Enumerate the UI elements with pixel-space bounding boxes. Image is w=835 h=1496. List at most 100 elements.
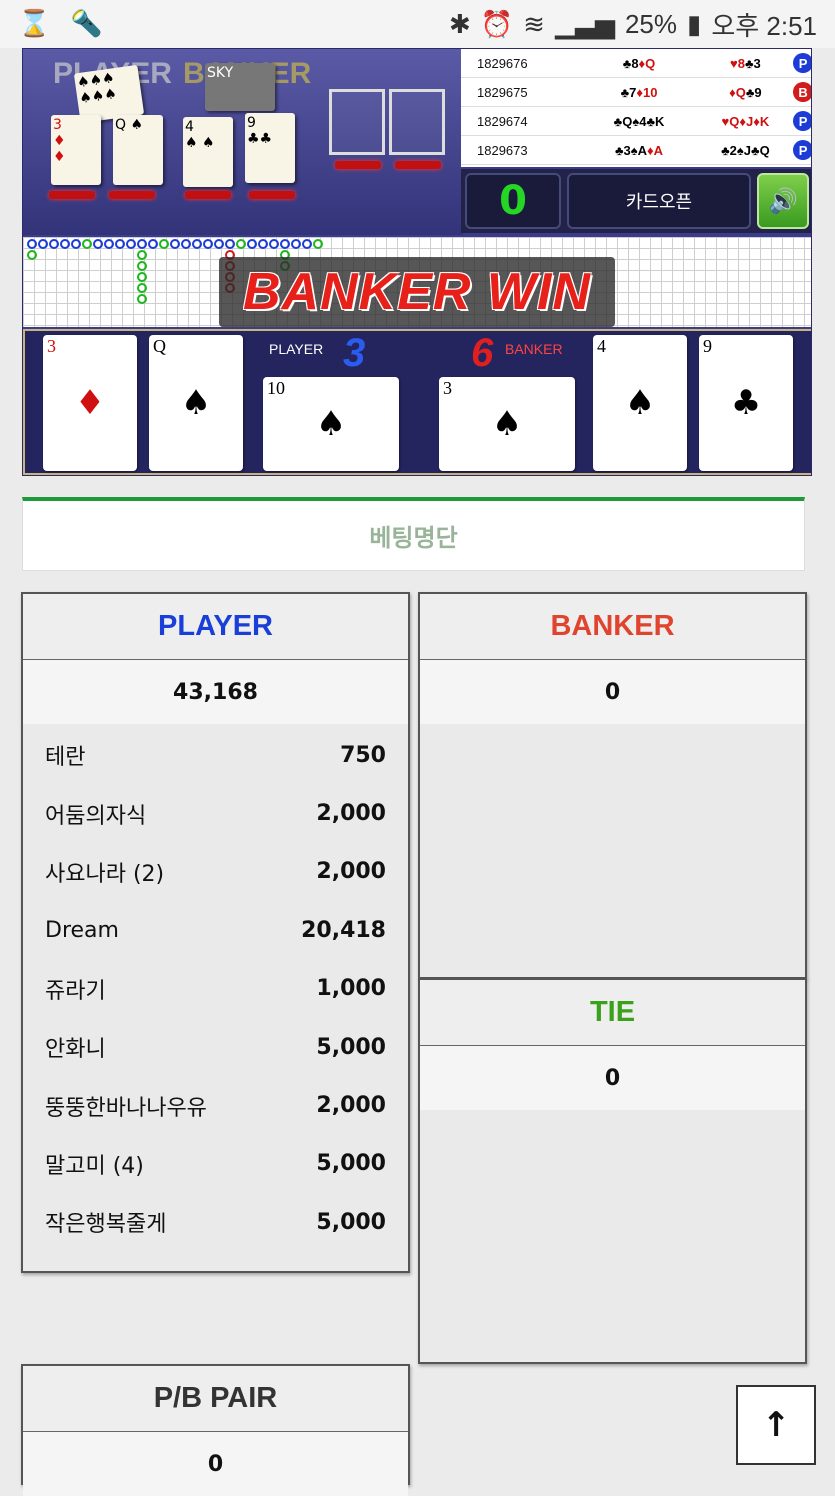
result-cards: 3 ♦ Q ♠ 10 ♠ PLAYER 3 3 ♠ 6 BANKER 4 ♠ 9… [23, 329, 811, 475]
scroll-top-button[interactable]: ↑ [736, 1385, 816, 1465]
bead-road-dot [115, 239, 125, 249]
list-item: 어둠의자식 2,000 [45, 801, 386, 829]
stage-card: Q ♠ [113, 115, 163, 185]
banker-slot-light [185, 191, 231, 199]
bead-road-dot [137, 283, 147, 293]
bead-road-dot [82, 239, 92, 249]
win-banner-text: BANKER WIN [243, 263, 591, 321]
player-bet-list: 테란 750 어둠의자식 2,000 사요나라 (2) 2,000 Dream 20,4… [23, 724, 408, 1252]
banker-card-2: 4 ♠ [593, 335, 687, 471]
bead-road-dot [137, 250, 147, 260]
tie-bets-panel: TIE 0 [418, 978, 807, 1364]
banker-label: BANKER [505, 341, 563, 357]
result-history: 1829676 ♣8♦Q ♥8♣3 P 1829675 ♣7♦10 ♦Q♣9 B… [461, 49, 811, 167]
bead-road-dot [214, 239, 224, 249]
history-row: 1829675 ♣7♦10 ♦Q♣9 B [461, 78, 811, 107]
clock: 오후 2:51 [711, 10, 817, 41]
bead-road-dot [137, 239, 147, 249]
list-item: 안화니 5,000 [45, 1034, 386, 1063]
card-open-button[interactable]: 카드오픈 [567, 173, 751, 229]
player-panel-title: PLAYER [23, 594, 408, 660]
bead-road-dot [236, 239, 246, 249]
result-badge: P [793, 53, 811, 73]
result-badge: B [793, 82, 811, 102]
game-controls: 0 카드오픈 🔊 [461, 169, 811, 233]
result-badge: P [793, 111, 811, 131]
bead-road-dot [49, 239, 59, 249]
empty-card-slot [389, 89, 445, 155]
bead-road-dot [280, 239, 290, 249]
baccarat-game: PLAYER BANKER ♠♠♠♠♠♠ SKY 3♦♦ Q ♠ 4♠ ♠ 9♣… [22, 48, 812, 476]
bead-road-dot [269, 239, 279, 249]
bead-road-dot [203, 239, 213, 249]
tie-total: 0 [420, 1046, 805, 1110]
pair-bets-panel: P/B PAIR 0 [21, 1364, 410, 1496]
signal-icon: ▁▃▅ [554, 8, 615, 39]
list-item: 쥬라기 1,000 [45, 976, 386, 1004]
hourglass-icon: ⌛ [18, 9, 51, 39]
bead-road-dot [148, 239, 158, 249]
banker-total: 0 [420, 660, 805, 724]
dealer-stage: PLAYER BANKER ♠♠♠♠♠♠ SKY 3♦♦ Q ♠ 4♠ ♠ 9♣… [23, 49, 463, 235]
slot-light [395, 161, 441, 169]
banker-bets-panel: BANKER 0 [418, 592, 807, 979]
stage-card: 3 ♦ ♦ [51, 115, 101, 185]
bead-road-dot [192, 239, 202, 249]
bead-road-dot [27, 250, 37, 260]
betting-list-header: 베팅명단 [22, 497, 805, 571]
round-counter: 0 [465, 173, 561, 229]
player-bets-panel: PLAYER 43,168 테란 750 어둠의자식 2,000 사요나라 (2) 2… [21, 592, 410, 1273]
list-item: 말고미 (4) 5,000 [45, 1151, 386, 1179]
bead-road-dot [159, 239, 169, 249]
list-item: 테란 750 [45, 742, 386, 771]
banker-slot-light [249, 191, 295, 199]
battery-percent: 25% [624, 8, 678, 39]
bead-road-dot [247, 239, 257, 249]
pair-total: 0 [23, 1432, 408, 1496]
bead-road-dot [258, 239, 268, 249]
player-score: 3 [343, 331, 366, 375]
result-badge: P [793, 140, 811, 160]
history-row: 1829674 ♣Q♠4♣K ♥Q♦J♦K P [461, 107, 811, 136]
win-banner: BANKER WIN [219, 257, 615, 327]
empty-card-slot [329, 89, 385, 155]
bead-road-dot [170, 239, 180, 249]
card-shoe-icon: SKY [205, 63, 275, 111]
slot-light [335, 161, 381, 169]
banker-panel-title: BANKER [420, 594, 805, 660]
bead-road-dot [93, 239, 103, 249]
player-slot-light [49, 191, 95, 199]
flashlight-icon: 🔦 [70, 9, 103, 39]
player-label: PLAYER [269, 341, 324, 357]
bead-road-dot [38, 239, 48, 249]
battery-icon: ▮ [687, 8, 702, 39]
bead-road-dot [137, 272, 147, 282]
banker-card-3: 9 ♣ [699, 335, 793, 471]
status-bar: ⌛ 🔦 ✱ ⏰ ≋ ▁▃▅ 25% ▮ 오후 2:51 [0, 0, 835, 48]
bluetooth-icon: ✱ [449, 8, 471, 39]
player-card-2: Q ♠ [149, 335, 243, 471]
wifi-icon: ≋ [523, 8, 545, 39]
stage-card: 4 ♠ ♠ [183, 117, 233, 187]
history-row: 1829673 ♣3♠A♦A ♣2♠J♣Q P [461, 136, 811, 165]
bead-road-dot [27, 239, 37, 249]
bead-road-dot [104, 239, 114, 249]
player-slot-light [109, 191, 155, 199]
bead-road-dot [137, 294, 147, 304]
bead-road-dot [60, 239, 70, 249]
pair-panel-title: P/B PAIR [23, 1366, 408, 1432]
bead-road-dot [291, 239, 301, 249]
bead-road-dot [225, 239, 235, 249]
speaker-icon[interactable]: 🔊 [757, 173, 809, 229]
stage-card: 9 ♣♣ [245, 113, 295, 183]
list-item: 사요나라 (2) 2,000 [45, 859, 386, 887]
list-item: 작은행복줄게 5,000 [45, 1209, 386, 1238]
player-card-3: 10 ♠ [263, 377, 399, 471]
history-row: 1829676 ♣8♦Q ♥8♣3 P [461, 49, 811, 78]
arrow-up-icon: ↑ [761, 1405, 791, 1445]
player-card-1: 3 ♦ [43, 335, 137, 471]
bead-road-dot [71, 239, 81, 249]
alarm-icon: ⏰ [480, 8, 514, 39]
bead-road-dot [137, 261, 147, 271]
list-item: Dream 20,418 [45, 917, 386, 943]
